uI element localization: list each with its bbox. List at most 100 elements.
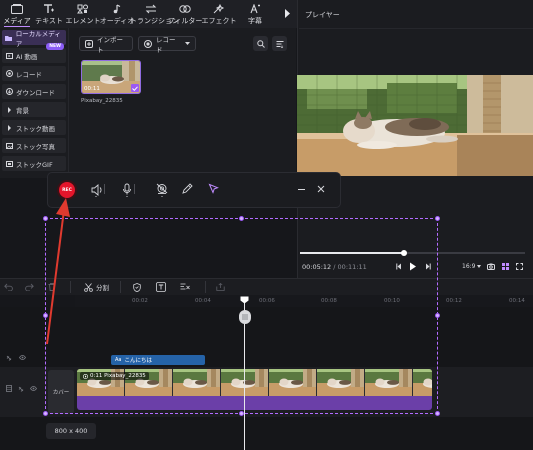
tab-filter[interactable]: フィルター bbox=[168, 0, 202, 28]
record-label: レコード bbox=[156, 35, 176, 54]
clip-filename: Pixabay_22835 bbox=[81, 98, 123, 104]
track-lock-icon[interactable] bbox=[18, 386, 24, 392]
camera-icon bbox=[487, 263, 495, 270]
sidebar-item-background[interactable]: 背景 bbox=[2, 102, 66, 117]
snapshot-button[interactable] bbox=[487, 263, 495, 270]
annotation-arrow bbox=[42, 196, 72, 346]
speaker-icon bbox=[91, 184, 105, 197]
tab-element[interactable]: エレメント bbox=[66, 0, 101, 28]
sidebar-item-stock-gif[interactable]: ストックGIF bbox=[2, 156, 66, 171]
close-icon bbox=[317, 185, 325, 193]
sidebar-item-stock-photo[interactable]: ストック写真 bbox=[2, 138, 66, 153]
sidebar-item-label: AI 動画 bbox=[16, 52, 38, 61]
cursor-select-icon bbox=[208, 183, 219, 194]
speaker-toggle[interactable] bbox=[91, 183, 111, 197]
plus-square-icon bbox=[85, 39, 93, 48]
list-filter-icon bbox=[276, 40, 284, 48]
screen-recorder-toolbar: REC bbox=[48, 173, 340, 207]
sidebar-item-record[interactable]: レコード bbox=[2, 66, 66, 81]
tab-subtitle[interactable]: 字幕 bbox=[238, 0, 272, 28]
redo-icon bbox=[25, 283, 34, 291]
red-arrow-icon bbox=[46, 198, 70, 345]
clip-selected-check-icon bbox=[131, 84, 139, 92]
chevron-right-icon bbox=[5, 124, 13, 131]
transition-icon bbox=[134, 3, 168, 15]
redo-button[interactable] bbox=[25, 283, 34, 291]
sidebar-item-download[interactable]: ダウンロード bbox=[2, 84, 66, 99]
import-button[interactable]: インポート bbox=[79, 35, 133, 54]
sidebar-item-label: ストック動画 bbox=[16, 124, 55, 133]
webcam-toggle[interactable] bbox=[156, 183, 172, 197]
sidebar-item-label: ストック写真 bbox=[16, 142, 55, 151]
tab-subtitle-label: 字幕 bbox=[248, 17, 262, 25]
microphone-toggle[interactable] bbox=[122, 183, 142, 197]
search-button[interactable] bbox=[253, 36, 268, 51]
sidebar-item-label: ストックGIF bbox=[16, 160, 53, 169]
image-icon bbox=[5, 142, 13, 149]
media-icon bbox=[0, 3, 34, 15]
record-dropdown-button[interactable]: レコード bbox=[138, 35, 196, 54]
audio-icon bbox=[100, 3, 134, 15]
resize-handle-top[interactable] bbox=[239, 216, 244, 221]
recording-area-selection[interactable] bbox=[45, 218, 438, 414]
chevron-down-icon bbox=[477, 265, 482, 268]
ruler-tick-label: 00:14 bbox=[509, 298, 525, 304]
film-strip-icon bbox=[6, 385, 12, 392]
minimize-icon[interactable] bbox=[298, 189, 305, 190]
tab-audio[interactable]: オーディオ bbox=[100, 0, 134, 28]
media-panel: インポート レコード 00:11 Pixabay_22835 bbox=[68, 28, 296, 178]
close-button[interactable] bbox=[317, 185, 325, 193]
fullscreen-button[interactable] bbox=[516, 263, 523, 270]
aspect-ratio-label: 16:9 bbox=[462, 263, 476, 270]
track-lock-icon[interactable] bbox=[6, 355, 12, 361]
undo-icon bbox=[4, 283, 13, 291]
player-video-frame[interactable] bbox=[297, 75, 533, 176]
tab-effect[interactable]: エフェクト bbox=[202, 0, 237, 28]
track-visibility-eye-icon[interactable] bbox=[30, 386, 37, 391]
toolbar-more-arrow-icon[interactable] bbox=[284, 9, 291, 18]
resize-handle-bottom[interactable] bbox=[239, 411, 244, 416]
ruler-tick-label: 00:12 bbox=[446, 298, 462, 304]
fullscreen-icon bbox=[516, 263, 523, 270]
resize-handle-bottom-left[interactable] bbox=[43, 411, 48, 416]
sidebar-item-stock-video[interactable]: ストック動画 bbox=[2, 120, 66, 135]
import-label: インポート bbox=[97, 35, 123, 54]
sidebar-item-ai-video[interactable]: AI 動画 NEW bbox=[2, 43, 66, 63]
record-circle-icon bbox=[144, 39, 152, 48]
media-clip-thumbnail[interactable]: 00:11 bbox=[81, 60, 141, 94]
resize-handle-top-right[interactable] bbox=[435, 216, 440, 221]
resize-handle-right[interactable] bbox=[435, 313, 440, 318]
player-divider bbox=[299, 28, 533, 29]
resize-handle-bottom-right[interactable] bbox=[435, 411, 440, 416]
effect-icon bbox=[202, 3, 236, 15]
draw-pen-button[interactable] bbox=[181, 183, 193, 195]
search-icon bbox=[256, 39, 265, 48]
new-badge: NEW bbox=[46, 43, 64, 50]
select-area-button[interactable] bbox=[208, 183, 220, 195]
gif-icon bbox=[5, 160, 13, 167]
chevron-down-icon bbox=[185, 41, 190, 46]
tab-transition[interactable]: トランジション bbox=[130, 0, 179, 28]
media-sidebar: ローカルメディア AI 動画 NEW レコード ダウンロード 背景 ストック動画… bbox=[0, 28, 68, 178]
download-icon bbox=[5, 88, 13, 95]
subtitle-icon bbox=[238, 3, 272, 15]
webcam-off-icon bbox=[156, 183, 168, 197]
track-visibility-eye-icon[interactable] bbox=[19, 355, 26, 360]
main-toolbar: メディア テキスト エレメント オーディオ トランジション フィルター エフェク… bbox=[0, 0, 297, 28]
chevron-right-icon bbox=[5, 106, 13, 113]
sidebar-item-label: ダウンロード bbox=[16, 88, 55, 97]
sidebar-item-label: レコード bbox=[16, 70, 42, 79]
list-view-button[interactable] bbox=[272, 36, 287, 51]
canvas-size-label: 800 x 400 bbox=[54, 427, 88, 435]
player-title: プレイヤー bbox=[305, 11, 340, 19]
grid-view-button[interactable] bbox=[502, 263, 509, 270]
undo-button[interactable] bbox=[4, 283, 13, 291]
cat-video-image bbox=[297, 75, 533, 176]
aspect-ratio-dropdown[interactable]: 16:9 bbox=[462, 263, 482, 270]
record-icon bbox=[5, 70, 13, 77]
element-icon bbox=[66, 3, 100, 15]
tab-text[interactable]: テキスト bbox=[32, 0, 66, 28]
pen-icon bbox=[182, 183, 193, 194]
grid-icon bbox=[502, 263, 509, 270]
text-icon bbox=[32, 3, 66, 15]
